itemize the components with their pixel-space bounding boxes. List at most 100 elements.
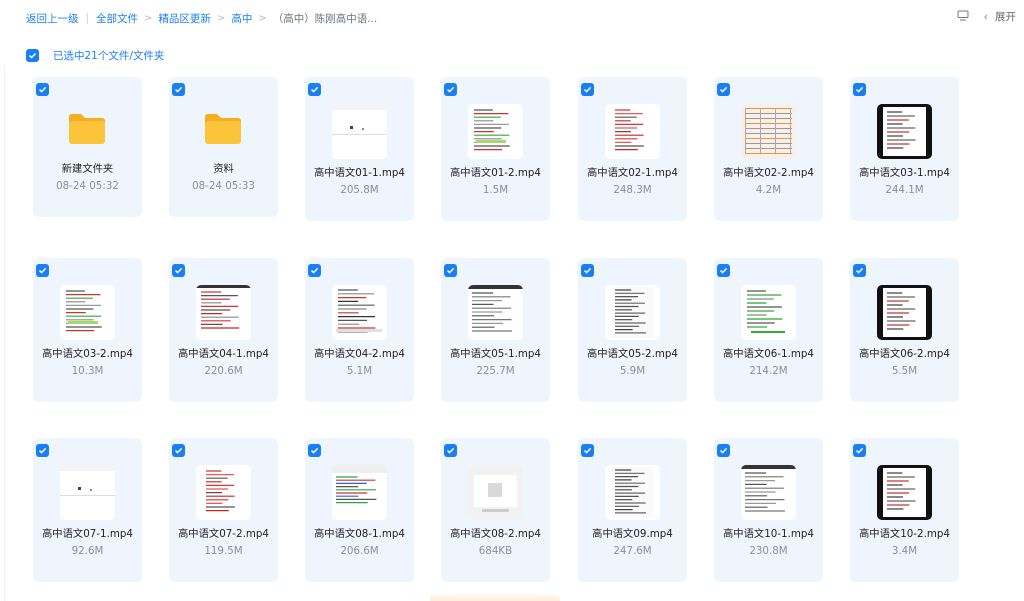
item-checkbox[interactable] — [172, 264, 185, 277]
item-checkbox[interactable] — [581, 264, 594, 277]
video-thumbnail — [877, 285, 932, 340]
breadcrumb-item-premium[interactable]: 精品区更新 — [158, 11, 211, 26]
file-name: 高中语文04-2.mp4 — [314, 348, 405, 360]
video-thumbnail — [605, 465, 660, 520]
file-name: 高中语文08-1.mp4 — [314, 528, 405, 540]
file-name: 高中语文02-1.mp4 — [587, 167, 678, 179]
select-all[interactable]: 已选中21个文件/文件夹 — [26, 48, 164, 63]
file-name: 高中语文02-2.mp4 — [723, 167, 814, 179]
breadcrumb-item-highschool[interactable]: 高中 — [231, 11, 252, 26]
item-checkbox[interactable] — [308, 444, 321, 457]
video-thumbnail — [605, 104, 660, 159]
item-checkbox[interactable] — [717, 83, 730, 96]
file-card[interactable]: 高中语文02-2.mp4 4.2M — [714, 77, 823, 221]
video-thumbnail — [60, 465, 115, 520]
file-card[interactable]: 高中语文08-1.mp4 206.6M — [305, 438, 414, 582]
item-checkbox[interactable] — [172, 444, 185, 457]
video-thumbnail — [741, 465, 796, 520]
file-card[interactable]: 高中语文01-1.mp4 205.8M — [305, 77, 414, 221]
file-size: 244.1M — [885, 184, 924, 196]
file-name: 高中语文05-2.mp4 — [587, 348, 678, 360]
file-name: 高中语文01-2.mp4 — [450, 167, 541, 179]
file-size: 205.8M — [340, 184, 379, 196]
file-name: 新建文件夹 — [61, 163, 114, 175]
file-name: 高中语文01-1.mp4 — [314, 167, 405, 179]
file-card[interactable]: 高中语文04-2.mp4 5.1M — [305, 258, 414, 402]
file-card[interactable]: 高中语文05-1.mp4 225.7M — [441, 258, 550, 402]
file-size: 225.7M — [476, 365, 515, 377]
back-link[interactable]: 返回上一级 — [26, 11, 79, 26]
bottom-glow — [430, 592, 560, 601]
video-thumbnail — [468, 104, 523, 159]
folder-card[interactable]: 新建文件夹 08-24 05:32 — [33, 77, 142, 217]
item-checkbox[interactable] — [308, 264, 321, 277]
item-checkbox[interactable] — [36, 444, 49, 457]
breadcrumb-item-all-files[interactable]: 全部文件 — [96, 11, 138, 26]
file-size: 220.6M — [204, 365, 243, 377]
modified-date: 08-24 05:33 — [192, 180, 255, 192]
file-name: 高中语文05-1.mp4 — [450, 348, 541, 360]
file-name: 高中语文04-1.mp4 — [178, 348, 269, 360]
file-card[interactable]: 高中语文03-1.mp4 244.1M — [850, 77, 959, 221]
file-name: 资料 — [213, 163, 234, 175]
chevron-right-icon: > — [216, 12, 226, 24]
file-card[interactable]: 高中语文05-2.mp4 5.9M — [578, 258, 687, 402]
file-size: 5.5M — [891, 365, 918, 377]
file-size: 5.9M — [619, 365, 646, 377]
file-size: 206.6M — [340, 545, 379, 557]
file-card[interactable]: 高中语文07-1.mp4 92.6M — [33, 438, 142, 582]
item-checkbox[interactable] — [444, 83, 457, 96]
folder-card[interactable]: 资料 08-24 05:33 — [169, 77, 278, 217]
file-name: 高中语文07-1.mp4 — [42, 528, 133, 540]
file-name: 高中语文06-2.mp4 — [859, 348, 950, 360]
folder-icon — [67, 112, 107, 146]
item-checkbox[interactable] — [444, 264, 457, 277]
file-card[interactable]: 高中语文10-2.mp4 3.4M — [850, 438, 959, 582]
file-size: 5.1M — [346, 365, 373, 377]
file-card[interactable]: 高中语文06-2.mp4 5.5M — [850, 258, 959, 402]
file-card[interactable]: 高中语文08-2.mp4 684KB — [441, 438, 550, 582]
item-checkbox[interactable] — [581, 83, 594, 96]
folder-icon — [203, 112, 243, 146]
item-checkbox[interactable] — [444, 444, 457, 457]
file-card[interactable]: 高中语文10-1.mp4 230.8M — [714, 438, 823, 582]
select-all-checkbox[interactable] — [26, 49, 39, 62]
chevron-right-icon: > — [144, 12, 153, 24]
screen-icon[interactable] — [957, 10, 969, 24]
file-size: 684KB — [478, 545, 513, 557]
video-thumbnail — [196, 285, 251, 340]
file-name: 高中语文03-2.mp4 — [42, 348, 133, 360]
item-checkbox[interactable] — [36, 83, 49, 96]
top-right-controls: ‹ 展开 — [957, 9, 1016, 24]
chevron-left-icon[interactable]: ‹ — [984, 10, 988, 23]
item-checkbox[interactable] — [308, 83, 321, 96]
expand-button[interactable]: 展开 — [995, 9, 1016, 24]
item-checkbox[interactable] — [853, 83, 866, 96]
file-name: 高中语文09.mp4 — [592, 528, 673, 540]
file-size: 247.6M — [613, 545, 652, 557]
file-size: 248.3M — [613, 184, 652, 196]
video-thumbnail — [332, 285, 387, 340]
item-checkbox[interactable] — [853, 264, 866, 277]
file-size: 92.6M — [71, 545, 104, 557]
item-checkbox[interactable] — [36, 264, 49, 277]
file-name: 高中语文10-2.mp4 — [859, 528, 950, 540]
item-checkbox[interactable] — [581, 444, 594, 457]
file-size: 10.3M — [71, 365, 104, 377]
item-checkbox[interactable] — [853, 444, 866, 457]
file-card[interactable]: 高中语文01-2.mp4 1.5M — [441, 77, 550, 221]
item-checkbox[interactable] — [172, 83, 185, 96]
file-card[interactable]: 高中语文09.mp4 247.6M — [578, 438, 687, 582]
file-card[interactable]: 高中语文02-1.mp4 248.3M — [578, 77, 687, 221]
item-checkbox[interactable] — [717, 264, 730, 277]
file-card[interactable]: 高中语文03-2.mp4 10.3M — [33, 258, 142, 402]
file-card[interactable]: 高中语文06-1.mp4 214.2M — [714, 258, 823, 402]
file-name: 高中语文10-1.mp4 — [723, 528, 814, 540]
file-card[interactable]: 高中语文07-2.mp4 119.5M — [169, 438, 278, 582]
chevron-right-icon: > — [258, 12, 267, 24]
video-thumbnail — [468, 285, 523, 340]
breadcrumb-current: （高中）陈刚高中语... — [272, 12, 378, 25]
item-checkbox[interactable] — [717, 444, 730, 457]
file-card[interactable]: 高中语文04-1.mp4 220.6M — [169, 258, 278, 402]
video-thumbnail — [332, 465, 387, 520]
